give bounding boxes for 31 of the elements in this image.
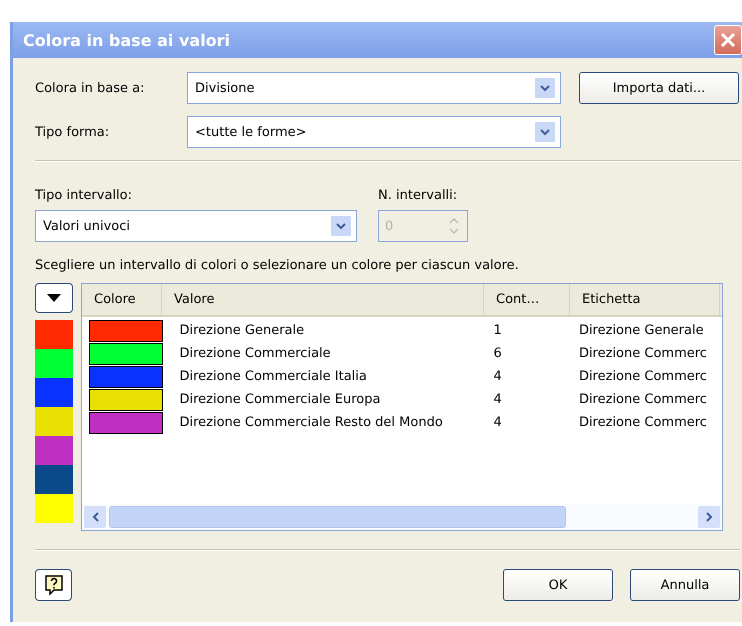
table-cell-text: 4 [492,369,503,384]
dropdown[interactable]: <tutte le forme> [187,116,561,148]
table-cell-text: Direzione Commerc [578,415,708,430]
table-cell-text: Direzione Commerciale [178,346,332,361]
table-cell-text: 6 [492,346,503,361]
field-label: Tipo intervallo: [35,188,133,203]
column-header[interactable]: Colore [82,284,162,315]
table-cell-text: Direzione Commerciale Europa [178,392,382,407]
table-cell-text: Direzione Commerc [578,369,708,384]
table-cell-text: Direzione Generale [578,323,705,338]
window-title: Colora in base ai valori [23,30,230,50]
table-cell-text: Direzione Generale [178,323,306,338]
table-cell-text: Direzione Commerciale Resto del Mondo [178,415,444,430]
field-label: Colora in base a: [35,80,146,96]
table-cell-text: Direzione Commerc [578,346,708,361]
import-button[interactable]: Importa dati... [579,72,739,104]
table-cell-text: 4 [492,415,503,430]
table-cell-text: 4 [492,392,503,407]
field-label: N. intervalli: [378,188,458,203]
column-header[interactable]: Cont… [484,284,570,315]
column-header[interactable]: Valore [162,284,484,315]
dialog-button[interactable]: Annulla [630,569,740,601]
dropdown[interactable]: Divisione [187,72,561,104]
table-cell-text: 1 [492,323,503,338]
dropdown[interactable]: Valori univoci [35,210,357,242]
instruction-text: Scegliere un intervallo di colori o selezionare un colore per ciascun valore. [35,258,520,273]
table-cell-text: Direzione Commerciale Italia [178,369,368,384]
table-cell-text: Direzione Commerc [578,392,708,407]
column-header[interactable]: Etichetta [570,284,720,315]
field-label: Tipo forma: [35,124,110,140]
dialog-button[interactable]: OK [503,569,613,601]
